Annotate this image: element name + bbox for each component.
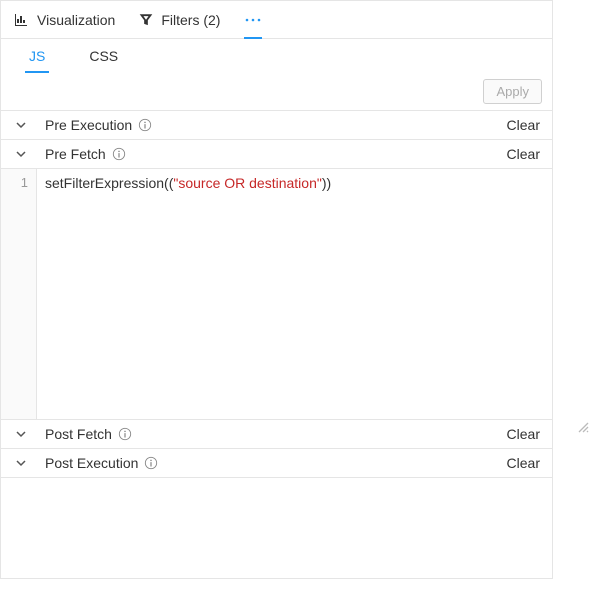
- section-header-post-execution[interactable]: Post Execution Clear: [1, 449, 552, 477]
- clear-pre-execution[interactable]: Clear: [507, 117, 540, 133]
- line-number: 1: [1, 175, 28, 190]
- tab-visualization-label: Visualization: [37, 12, 115, 28]
- section-header-pre-fetch[interactable]: Pre Fetch Clear: [1, 140, 552, 168]
- tab-filters-label: Filters (2): [161, 12, 220, 28]
- section-post-execution: Post Execution Clear: [1, 449, 552, 478]
- code-fn-call: setFilterExpression((: [45, 175, 173, 191]
- editor-panel: Visualization Filters (2) JS CSS Apply: [0, 0, 553, 579]
- info-icon[interactable]: [144, 456, 158, 470]
- apply-button[interactable]: Apply: [483, 79, 542, 104]
- code-string-literal: "source OR destination": [173, 175, 321, 191]
- section-title-post-execution: Post Execution: [45, 455, 138, 471]
- filter-icon: [139, 13, 153, 27]
- chevron-down-icon[interactable]: [15, 428, 27, 440]
- code-fn-close: )): [322, 175, 331, 191]
- subtab-css[interactable]: CSS: [85, 39, 122, 73]
- code-gutter: 1: [1, 169, 37, 419]
- apply-row: Apply: [1, 73, 552, 111]
- chevron-down-icon[interactable]: [15, 148, 27, 160]
- chevron-down-icon[interactable]: [15, 119, 27, 131]
- resize-handle-icon[interactable]: [536, 403, 550, 417]
- code-editor-pre-fetch[interactable]: 1 setFilterExpression(("source OR destin…: [1, 168, 552, 419]
- section-title-pre-execution: Pre Execution: [45, 117, 132, 133]
- tab-overflow[interactable]: [244, 1, 262, 38]
- code-body[interactable]: setFilterExpression(("source OR destinat…: [37, 169, 552, 419]
- subtab-css-label: CSS: [89, 48, 118, 64]
- clear-pre-fetch[interactable]: Clear: [507, 146, 540, 162]
- dots-icon: [244, 12, 262, 28]
- info-icon[interactable]: [138, 118, 152, 132]
- tab-visualization[interactable]: Visualization: [13, 1, 115, 38]
- section-pre-fetch: Pre Fetch Clear 1 setFilterExpression(("…: [1, 140, 552, 420]
- section-post-fetch: Post Fetch Clear: [1, 420, 552, 449]
- info-icon[interactable]: [112, 147, 126, 161]
- tab-filters[interactable]: Filters (2): [139, 1, 220, 38]
- section-pre-execution: Pre Execution Clear: [1, 111, 552, 140]
- blank-area: [1, 478, 552, 578]
- section-header-pre-execution[interactable]: Pre Execution Clear: [1, 111, 552, 139]
- chart-icon: [13, 12, 29, 28]
- sub-tab-bar: JS CSS: [1, 39, 552, 73]
- main-tab-bar: Visualization Filters (2): [1, 1, 552, 39]
- chevron-down-icon[interactable]: [15, 457, 27, 469]
- section-header-post-fetch[interactable]: Post Fetch Clear: [1, 420, 552, 448]
- subtab-js-label: JS: [29, 48, 45, 64]
- info-icon[interactable]: [118, 427, 132, 441]
- section-title-pre-fetch: Pre Fetch: [45, 146, 106, 162]
- section-title-post-fetch: Post Fetch: [45, 426, 112, 442]
- clear-post-execution[interactable]: Clear: [507, 455, 540, 471]
- subtab-js[interactable]: JS: [25, 39, 49, 73]
- clear-post-fetch[interactable]: Clear: [507, 426, 540, 442]
